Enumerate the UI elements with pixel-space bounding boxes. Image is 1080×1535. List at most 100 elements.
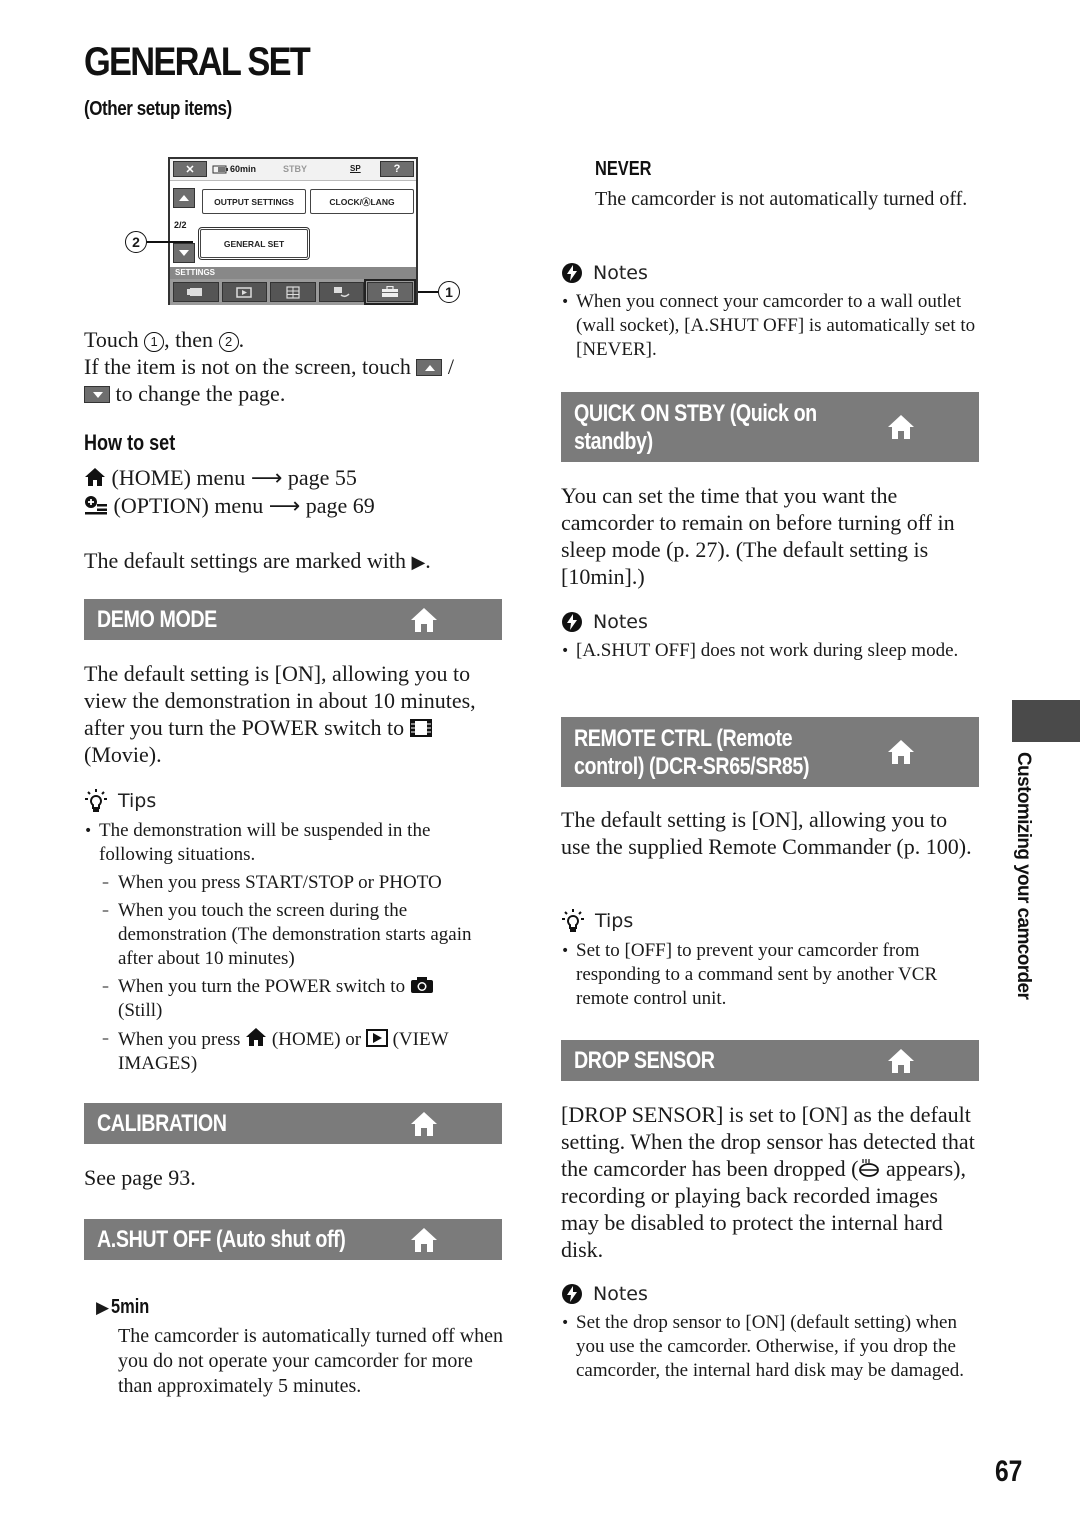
menu-item-clock-lang: CLOCK/ⒶLANG [310,189,414,214]
default-marker-icon: ▶ [411,552,426,573]
movie-icon [409,719,432,737]
notes-warning-icon [562,263,582,283]
demo-mode-description: The default setting is [ON], allowing yo… [84,661,476,767]
home-page-link[interactable]: page 55 [288,465,357,490]
option-icon [85,496,107,515]
quick-on-stby-description: You can set the time that you want the c… [561,483,955,589]
section-header-quick-on-stby: QUICK ON STBY (Quick on standby) [561,392,979,462]
chapter-label: Customizing your camcorder [1013,752,1034,1000]
chapter-tab [1012,700,1080,742]
remote-ctrl-tips: Tips Set to [OFF] to prevent your camcor… [561,909,981,1011]
list-item: When you press (HOME) or (VIEW IMAGES) [84,1027,504,1076]
how-to-set-list: (HOME) menu ⟶ page 55 (OPTION) menu ⟶ pa… [84,464,504,576]
arrow-right-icon: ⟶ [250,466,283,491]
category-label: SETTINGS [170,267,416,279]
page-title: GENERAL SET [84,40,311,84]
tips-heading: Tips [84,789,504,813]
toolbox-icon [382,286,399,297]
section-title: CALIBRATION [97,1110,227,1137]
camera-icon [186,288,202,296]
step-2-marker: 2 [218,331,239,352]
section-header-remote-ctrl: REMOTE CTRL (Remote control) (DCR-SR65/S… [561,717,979,787]
home-icon [411,1228,437,1252]
list-item: Set the drop sensor to [ON] (default set… [561,1311,981,1383]
section-title-line-2: control) (DCR-SR65/SR85) [574,753,810,780]
section-header-demo-mode: DEMO MODE [84,599,502,640]
section-title-line-1: QUICK ON STBY (Quick on [574,400,817,427]
tab-settings-toolbox [364,279,416,305]
remote-ctrl-description: The default setting is [ON], allowing yo… [561,807,972,859]
list-item: When you turn the POWER switch to (Still… [84,975,504,1023]
quick-on-stby-notes: Notes [A.SHUT OFF] does not work during … [561,611,981,663]
home-icon [888,415,914,439]
touch-instruction: Touch 1, then 2. [84,327,245,352]
settings-return-icon [333,287,350,298]
close-button: ✕ [173,161,207,177]
page-change-hint: If the item is not on the screen, touch … [84,354,454,406]
list-item: The demonstration will be suspended in t… [84,819,504,1076]
view-images-icon [236,286,253,298]
section-title: DEMO MODE [97,606,217,633]
menu-item-output-settings: OUTPUT SETTINGS [202,189,306,214]
still-camera-icon [410,977,433,993]
home-icon [411,608,437,632]
default-marker-note: The default settings are marked with ▶. [84,548,431,573]
notes-heading: Notes [561,262,981,284]
tips-lightbulb-icon [85,789,107,812]
battery-remaining: 60min [230,164,257,174]
section-title-line-2: standby) [574,428,653,455]
section-header-auto-shut-off: A.SHUT OFF (Auto shut off) [84,1219,502,1260]
option-menu-reference: (OPTION) menu ⟶ page 69 [84,492,504,520]
notes-warning-icon [562,612,582,632]
option-label: 5min [111,1296,150,1318]
intro-instructions: Touch 1, then 2. If the item is not on t… [84,326,504,407]
option-description: The camcorder is automatically turned of… [118,1325,504,1397]
page-indicator: 2/2 [174,220,187,230]
menu-item-general-set: GENERAL SET [198,227,310,260]
battery-indicator: 60min [212,164,256,174]
auto-shut-off-notes: Notes When you connect your camcorder to… [561,262,981,362]
section-title-line-1: REMOTE CTRL (Remote [574,725,793,752]
quality-indicator: SP [350,164,361,173]
tips-lightbulb-icon [562,909,584,932]
help-button: ? [380,161,414,177]
status-text: STBY [283,164,308,174]
page-up-icon [416,359,443,376]
home-icon [246,1028,267,1046]
drop-sensor-icon [859,1159,880,1177]
view-images-icon [365,1029,388,1047]
section-title: A.SHUT OFF (Auto shut off) [97,1226,346,1253]
camcorder-status-bar: ✕ 60min STBY SP ? [170,159,416,181]
list-item: When you connect your camcorder to a wal… [561,290,981,362]
list-item: Set to [OFF] to prevent your camcorder f… [561,939,981,1011]
option-page-link[interactable]: page 69 [306,493,375,518]
option-description: The camcorder is not automatically turne… [595,188,968,210]
up-arrow-icon [179,195,189,201]
tab-settings-return [318,282,365,302]
camcorder-screen-illustration: ✕ 60min STBY SP ? OUTPUT SETTINGS CLOCK/… [168,157,418,305]
tips-list: The demonstration will be suspended in t… [84,819,504,1076]
list-item: When you press START/STOP or PHOTO [84,871,504,895]
drop-sensor-description: [DROP SENSOR] is set to [ON] as the defa… [561,1102,975,1262]
notes-warning-icon [562,1284,582,1304]
section-header-calibration: CALIBRATION [84,1103,502,1144]
section-header-drop-sensor: DROP SENSOR [561,1040,979,1081]
category-tabs [170,279,416,305]
list-icon [286,285,300,299]
home-icon [411,1112,437,1136]
drop-sensor-notes: Notes Set the drop sensor to [ON] (defau… [561,1283,981,1383]
callout-2: 2 [125,231,193,253]
section-title: DROP SENSOR [574,1047,715,1074]
page-down-icon [84,386,110,403]
callout-1: 1 [418,281,460,303]
step-1-marker: 1 [144,331,165,352]
option-5min: ▶ 5min The camcorder is automatically tu… [96,1296,506,1399]
home-icon [85,468,105,486]
tab-camera [173,282,219,302]
tab-view-images [221,282,268,302]
calibration-description: See page 93. [84,1165,196,1190]
home-icon [888,1049,914,1073]
battery-icon [212,165,228,173]
page-up-button [173,188,195,208]
option-label: NEVER [595,158,652,180]
